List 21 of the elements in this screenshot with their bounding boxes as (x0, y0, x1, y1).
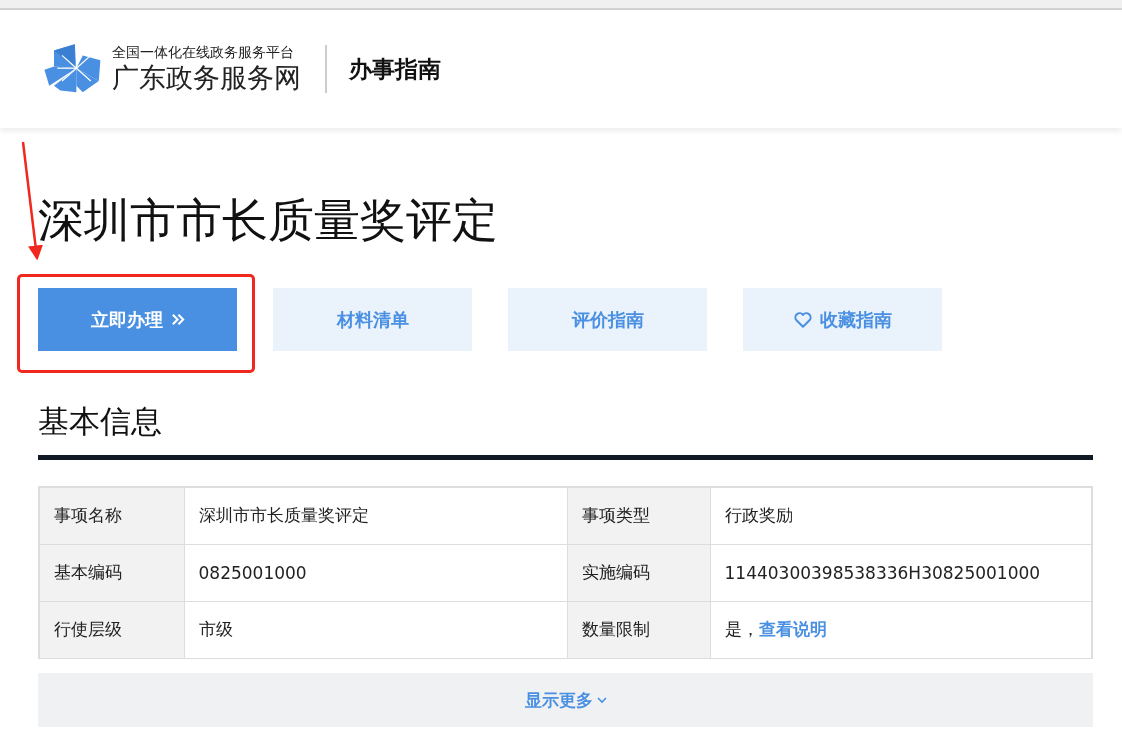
table-cell: 事项类型 (566, 486, 711, 545)
table-cell: 行使层级 (38, 600, 185, 659)
favorite-button[interactable]: 收藏指南 (743, 288, 942, 351)
table-cell-text: 是， (724, 618, 759, 641)
view-details-link[interactable]: 查看说明 (758, 618, 827, 641)
show-more-button[interactable]: 显示更多 (38, 673, 1093, 727)
table-cell: 事项名称 (38, 486, 185, 545)
table-cell: 实施编码 (566, 543, 711, 602)
apply-button[interactable]: 立即办理 (38, 288, 237, 351)
platform-subtitle: 全国一体化在线政务服务平台 (112, 43, 295, 61)
guide-button[interactable]: 评价指南 (508, 288, 707, 351)
heart-icon (793, 310, 812, 329)
section-heading: 基本信息 (38, 399, 1093, 460)
chevron-down-icon (596, 696, 607, 704)
page-title: 深圳市市长质量奖评定 (38, 192, 499, 249)
section-title: 办事指南 (349, 54, 441, 84)
table-cell: 基本编码 (38, 543, 185, 602)
double-chevron-icon (170, 312, 185, 327)
guide-button[interactable]: 材料清单 (273, 288, 472, 351)
site-name: 广东政务服务网 (112, 61, 301, 95)
table-cell: 数量限制 (566, 600, 711, 659)
